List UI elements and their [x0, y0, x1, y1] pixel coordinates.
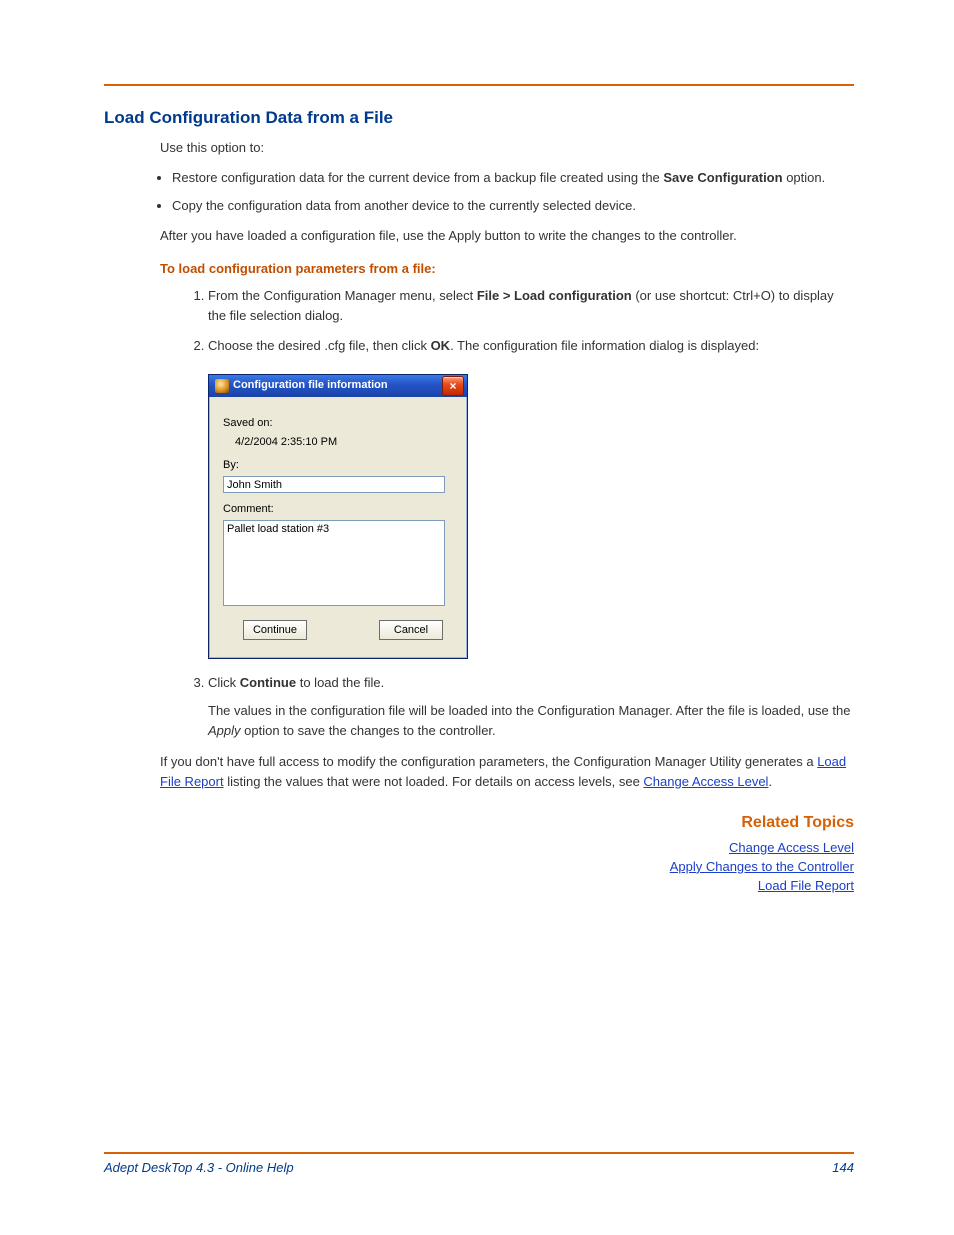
- text: listing the values that were not loaded.…: [224, 774, 644, 789]
- comment-label: Comment:: [223, 501, 453, 518]
- bullet-restore: Restore configuration data for the curre…: [172, 168, 854, 188]
- text-italic: Apply: [208, 723, 241, 738]
- intro-text: Use this option to:: [160, 138, 854, 158]
- page-number: 144: [832, 1160, 854, 1175]
- text-bold: OK: [431, 338, 451, 353]
- saved-on-value: 4/2/2004 2:35:10 PM: [235, 434, 453, 451]
- text: to load the file.: [296, 675, 384, 690]
- text-bold: Continue: [240, 675, 296, 690]
- continue-button[interactable]: Continue: [243, 620, 307, 640]
- change-access-level-link[interactable]: Change Access Level: [643, 774, 768, 789]
- footer-title: Adept DeskTop 4.3 - Online Help: [104, 1160, 294, 1175]
- comment-field[interactable]: Pallet load station #3: [223, 520, 445, 606]
- procedure-steps: From the Configuration Manager menu, sel…: [180, 286, 854, 742]
- access-note: If you don't have full access to modify …: [160, 752, 854, 792]
- app-icon: [215, 379, 229, 393]
- step-1: From the Configuration Manager menu, sel…: [208, 286, 854, 326]
- dialog-title: Configuration file information: [233, 377, 442, 394]
- page-title: Load Configuration Data from a File: [104, 108, 854, 128]
- saved-on-label: Saved on:: [223, 415, 453, 432]
- step-3-after: The values in the configuration file wil…: [208, 701, 854, 741]
- procedure-heading: To load configuration parameters from a …: [160, 261, 854, 276]
- page-footer: Adept DeskTop 4.3 - Online Help 144: [104, 1152, 854, 1175]
- close-icon[interactable]: ×: [442, 376, 464, 396]
- dialog-titlebar[interactable]: Configuration file information ×: [209, 375, 467, 397]
- by-label: By:: [223, 457, 453, 474]
- intro-bullets: Restore configuration data for the curre…: [104, 168, 854, 216]
- text-bold: Save Configuration: [663, 170, 782, 185]
- top-rule: [104, 84, 854, 86]
- step-3: Click Continue to load the file. The val…: [208, 673, 854, 741]
- text: option.: [783, 170, 826, 185]
- bullet-copy: Copy the configuration data from another…: [172, 196, 854, 216]
- text: .: [768, 774, 772, 789]
- after-bullets-text: After you have loaded a configuration fi…: [160, 226, 854, 246]
- footer-rule: [104, 1152, 854, 1154]
- related-load-file-report[interactable]: Load File Report: [104, 878, 854, 893]
- related-topics: Related Topics Change Access Level Apply…: [104, 814, 854, 893]
- text: If you don't have full access to modify …: [160, 754, 817, 769]
- text: Choose the desired .cfg file, then click: [208, 338, 431, 353]
- text-bold: File > Load configuration: [477, 288, 632, 303]
- text: From the Configuration Manager menu, sel…: [208, 288, 477, 303]
- step-2: Choose the desired .cfg file, then click…: [208, 336, 854, 659]
- text: . The configuration file information dia…: [450, 338, 759, 353]
- text: The values in the configuration file wil…: [208, 703, 850, 718]
- text: Click: [208, 675, 240, 690]
- config-file-info-dialog: Configuration file information × Saved o…: [208, 374, 468, 659]
- related-change-access-level[interactable]: Change Access Level: [104, 840, 854, 855]
- related-apply-changes[interactable]: Apply Changes to the Controller: [104, 859, 854, 874]
- related-heading: Related Topics: [104, 814, 854, 832]
- text: Restore configuration data for the curre…: [172, 170, 663, 185]
- by-field[interactable]: [223, 476, 445, 493]
- cancel-button[interactable]: Cancel: [379, 620, 443, 640]
- text: option to save the changes to the contro…: [241, 723, 496, 738]
